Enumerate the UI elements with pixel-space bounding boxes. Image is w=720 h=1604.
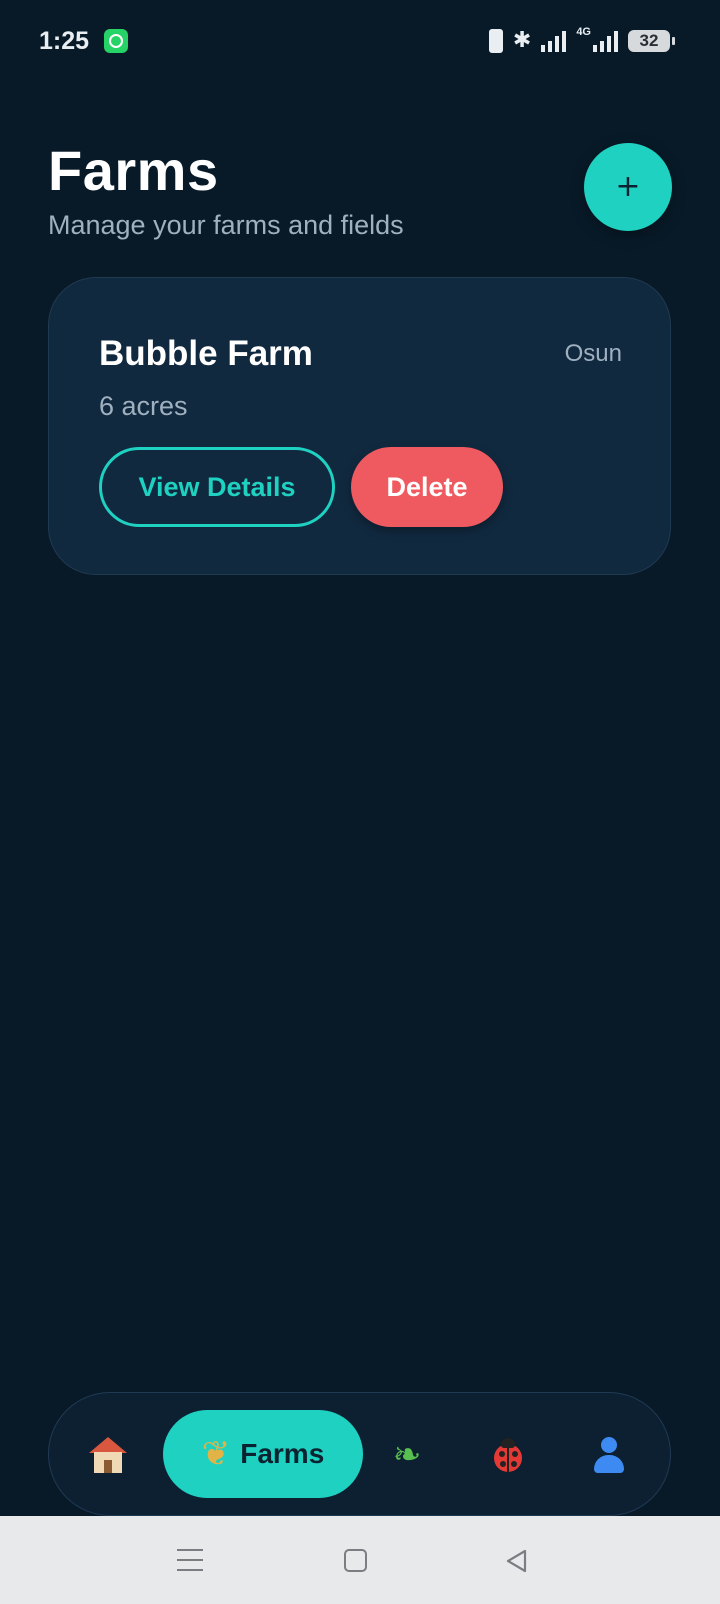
wheat-icon: ❦ <box>201 1434 231 1474</box>
nav-pests[interactable] <box>483 1393 533 1517</box>
view-details-button[interactable]: View Details <box>99 447 335 527</box>
person-icon <box>592 1437 626 1473</box>
add-farm-button[interactable]: + <box>584 143 672 231</box>
nav-farms-label: Farms <box>240 1438 325 1469</box>
farm-size: 6 acres <box>99 391 188 421</box>
whatsapp-icon <box>104 29 128 53</box>
menu-icon[interactable] <box>177 1549 203 1571</box>
signal-icon <box>541 30 567 52</box>
nav-crops[interactable]: ❧ <box>382 1393 432 1517</box>
farms-screen: 1:25 ✱ 4G 32 Farms Manage your farms and… <box>0 0 720 1604</box>
nav-profile[interactable] <box>584 1393 634 1517</box>
network-type-label: 4G <box>576 26 591 38</box>
plus-icon: + <box>615 169 641 204</box>
farm-name: Bubble Farm <box>99 334 313 373</box>
farm-card: Bubble Farm Osun 6 acres View Details De… <box>48 277 671 575</box>
bluetooth-icon: ✱ <box>512 28 532 53</box>
ladybug-icon <box>491 1438 525 1472</box>
nav-home[interactable] <box>83 1393 133 1517</box>
status-bar: 1:25 ✱ 4G 32 <box>0 0 720 84</box>
system-nav-bar <box>0 1516 720 1604</box>
home-square-icon[interactable] <box>344 1549 367 1572</box>
page-title: Farms <box>48 139 219 202</box>
status-time: 1:25 <box>39 27 90 55</box>
nav-farms[interactable]: ❦ Farms <box>163 1410 363 1498</box>
signal-4g-icon <box>593 30 618 52</box>
house-icon <box>89 1437 127 1473</box>
page-subtitle: Manage your farms and fields <box>48 210 404 240</box>
status-icons: ✱ 4G 32 <box>488 26 675 56</box>
vibrate-icon <box>488 29 503 53</box>
farm-location: Osun <box>564 340 622 367</box>
back-triangle-icon[interactable] <box>505 1549 529 1573</box>
delete-farm-button[interactable]: Delete <box>351 447 503 527</box>
herb-icon: ❧ <box>392 1435 422 1475</box>
bottom-nav: ❦ Farms ❧ <box>48 1392 671 1516</box>
battery-icon: 32 <box>628 30 675 52</box>
